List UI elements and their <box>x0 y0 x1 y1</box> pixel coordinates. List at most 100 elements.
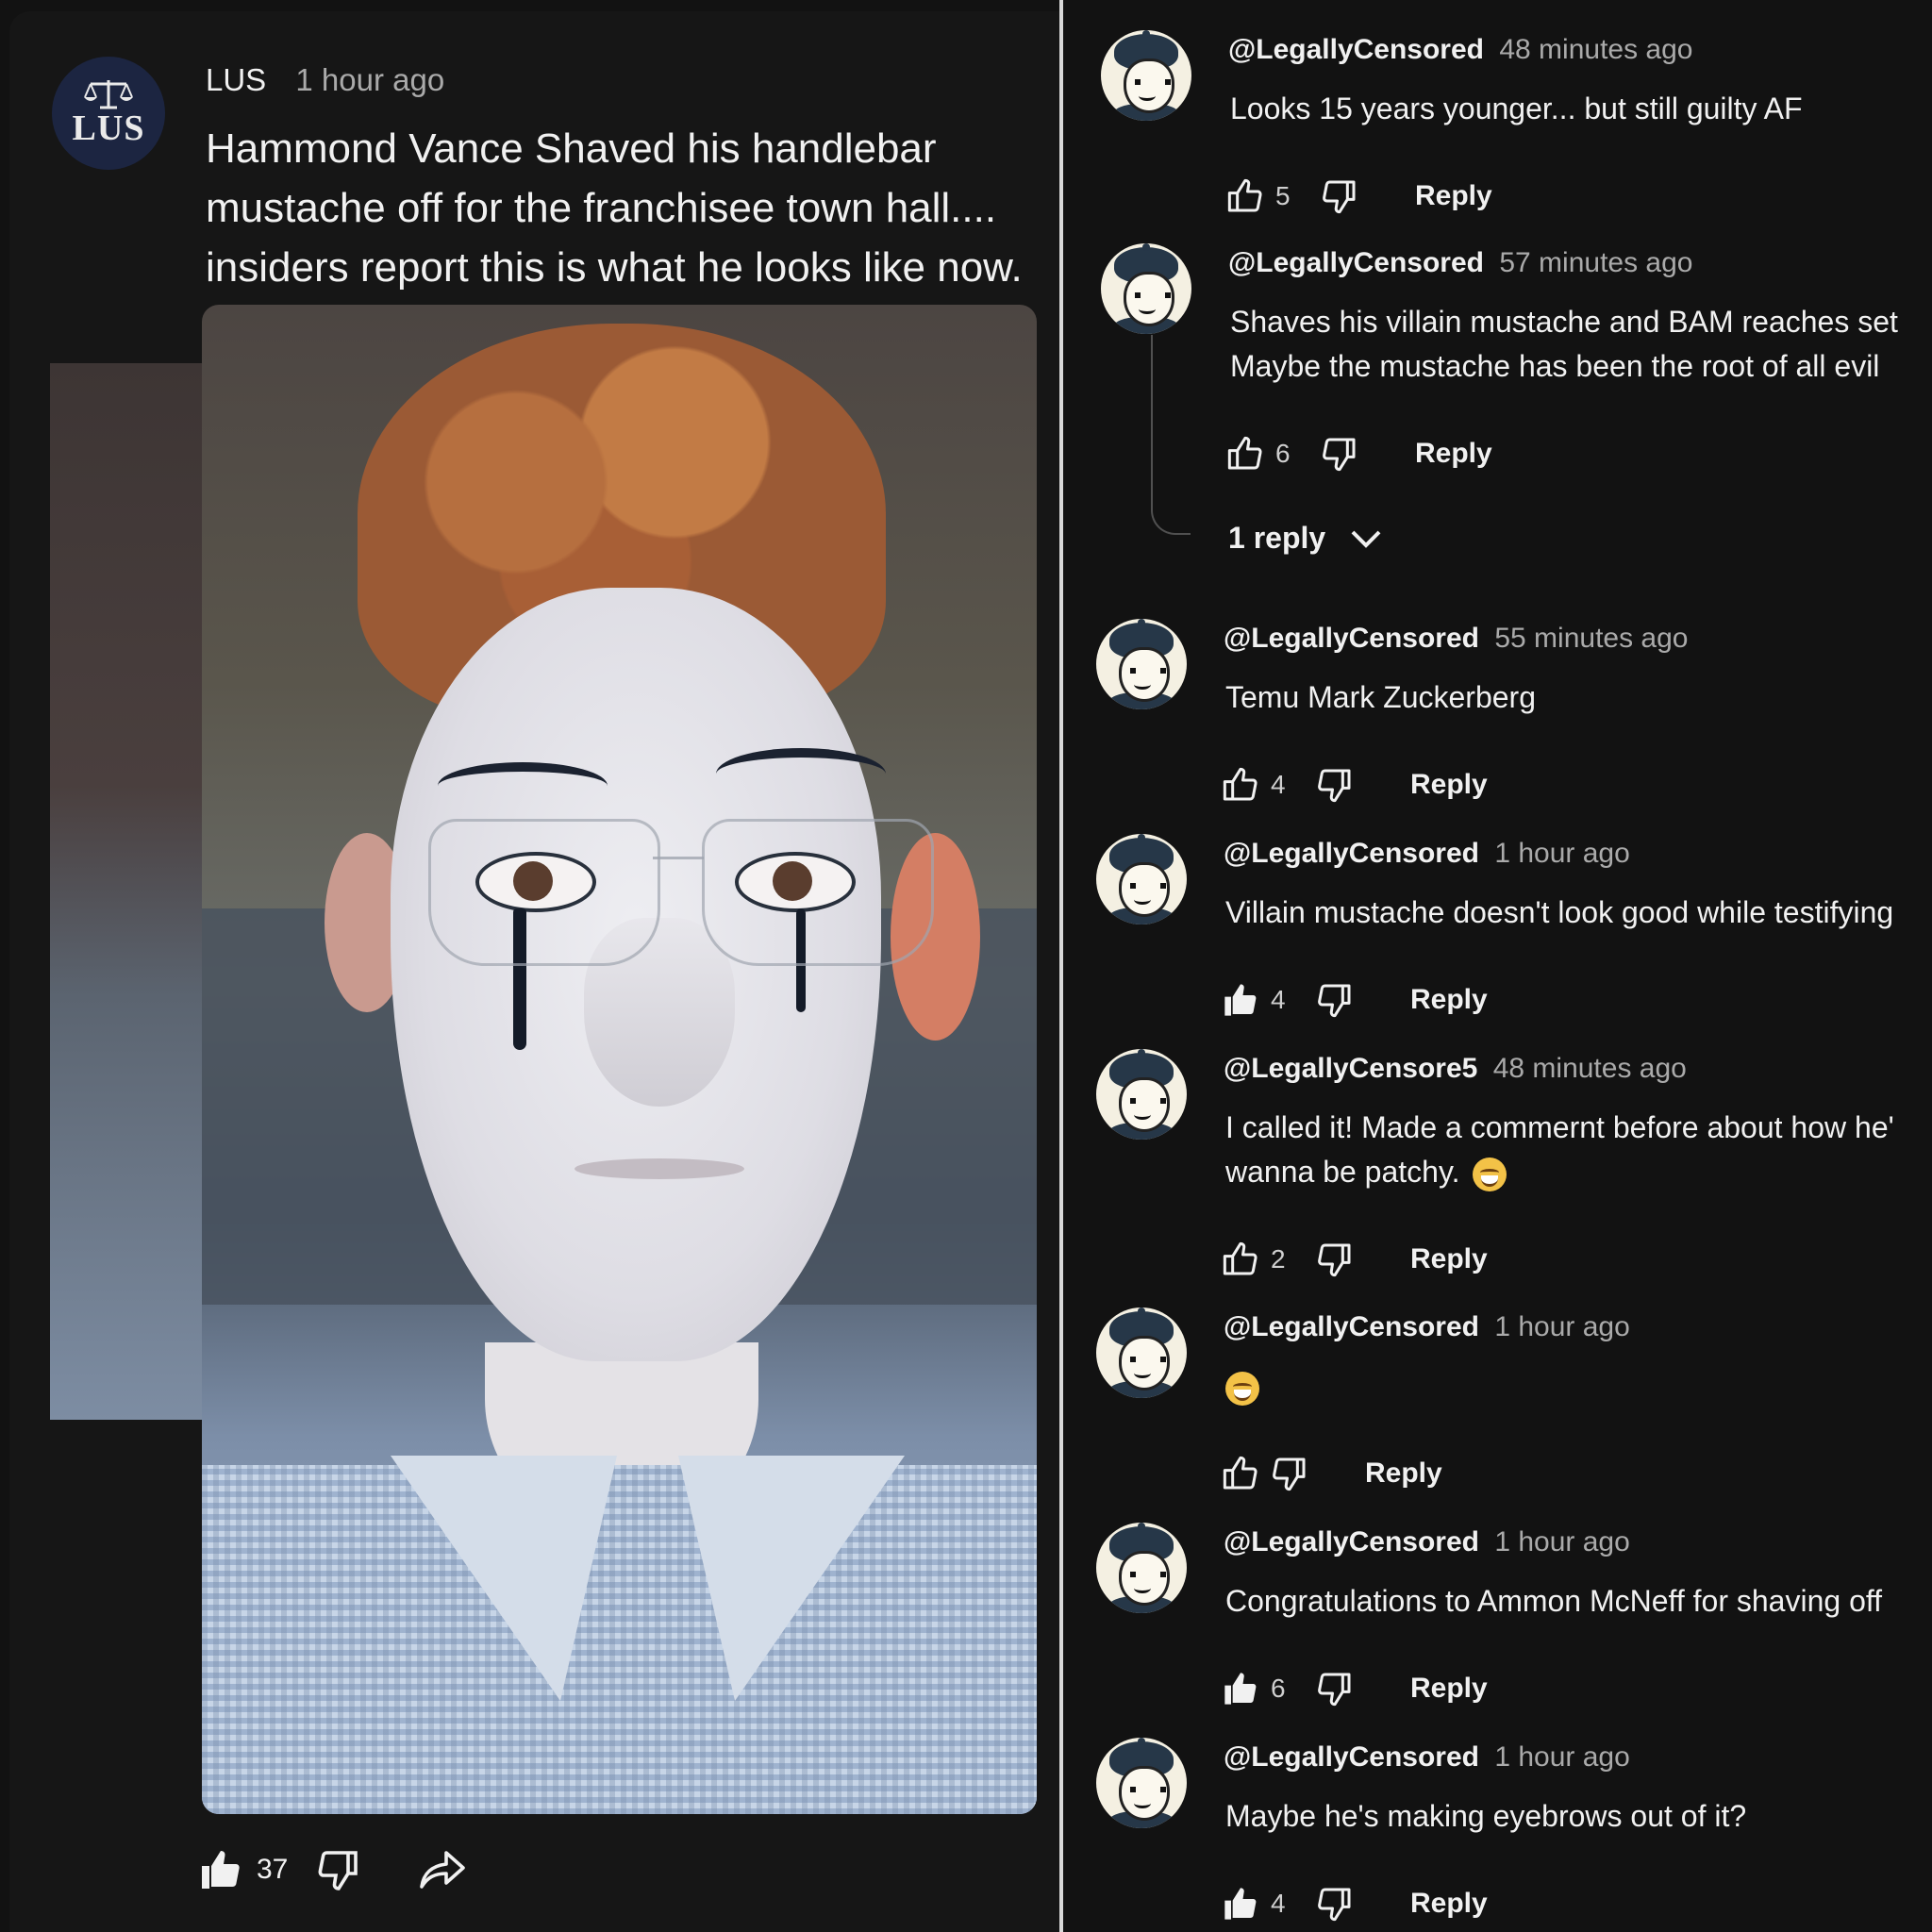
thumbs-down-icon[interactable] <box>1316 1241 1354 1278</box>
reply-button[interactable]: Reply <box>1415 438 1492 470</box>
comment-time: 1 hour ago <box>1494 1526 1630 1557</box>
comment-actions: 4 Reply <box>1222 1880 1488 1927</box>
post-actions: 37 <box>198 1840 467 1900</box>
post-text: Hammond Vance Shaved his handlebar musta… <box>206 125 1023 291</box>
comment-handle[interactable]: @LegallyCensored <box>1224 838 1479 869</box>
commenter-avatar[interactable] <box>1096 834 1187 924</box>
reply-button[interactable]: Reply <box>1410 984 1488 1016</box>
commenter-avatar[interactable] <box>1101 30 1191 121</box>
thumbs-up-icon[interactable] <box>1222 1455 1259 1492</box>
thumbs-up-icon[interactable] <box>1226 435 1264 473</box>
comment-handle[interactable]: @LegallyCensored <box>1228 34 1484 65</box>
comment-handle[interactable]: @LegallyCensored <box>1224 623 1479 654</box>
post-author[interactable]: LUS <box>206 62 266 97</box>
reply-button[interactable]: Reply <box>1410 1888 1488 1920</box>
thread-connector <box>1151 335 1191 535</box>
comment-handle[interactable]: @LegallyCensored <box>1224 1741 1479 1773</box>
thumbs-down-icon[interactable] <box>1316 981 1354 1019</box>
view-replies-button[interactable]: 1 reply <box>1228 521 1382 556</box>
thumbs-down-icon[interactable] <box>1271 1455 1308 1492</box>
thumbs-down-icon[interactable] <box>1321 177 1358 215</box>
comment-text-content: Congratulations to Ammon McNeff for shav… <box>1225 1584 1883 1618</box>
comment-actions: Reply <box>1222 1450 1442 1497</box>
reply-button[interactable]: Reply <box>1410 1673 1488 1705</box>
comment-header: @LegallyCensored 55 minutes ago <box>1224 623 1688 655</box>
comment-text: I called it! Made a commernt before abou… <box>1225 1106 1894 1194</box>
comment-time: 57 minutes ago <box>1499 247 1693 278</box>
thumbs-up-icon[interactable] <box>1222 1885 1259 1923</box>
comment-actions: 2 Reply <box>1222 1236 1488 1283</box>
comment-header: @LegallyCensored 1 hour ago <box>1224 1311 1630 1343</box>
comment-header: @LegallyCensored 1 hour ago <box>1224 1526 1630 1558</box>
comments-panel: 1 reply @LegallyCensored 48 minutes ago … <box>1063 0 1932 1932</box>
comment-handle[interactable]: @LegallyCensore5 <box>1224 1053 1477 1084</box>
comment-handle[interactable]: @LegallyCensored <box>1224 1526 1479 1557</box>
channel-avatar[interactable]: LUS <box>52 57 165 170</box>
comment-like-count: 6 <box>1275 439 1291 468</box>
commenter-avatar[interactable] <box>1101 243 1191 334</box>
reply-button[interactable]: Reply <box>1365 1457 1442 1490</box>
comment-actions: 5 Reply <box>1226 173 1492 220</box>
post-image[interactable] <box>202 305 1037 1814</box>
comment-text: Villain mustache doesn't look good while… <box>1225 891 1893 935</box>
thumbs-up-icon[interactable] <box>1222 981 1259 1019</box>
thumbs-up-icon[interactable] <box>1222 766 1259 804</box>
commenter-avatar[interactable] <box>1096 1523 1187 1613</box>
comment-like-count: 6 <box>1271 1674 1286 1703</box>
comment-text: Shaves his villain mustache and BAM reac… <box>1230 300 1898 389</box>
post-like-count: 37 <box>257 1854 289 1885</box>
reply-button[interactable]: Reply <box>1410 769 1488 801</box>
chevron-down-icon <box>1351 530 1381 548</box>
comment-text: Maybe he's making eyebrows out of it? <box>1225 1794 1746 1839</box>
comment-time: 48 minutes ago <box>1492 1053 1687 1084</box>
comment-time: 1 hour ago <box>1494 838 1630 869</box>
comment-text: Temu Mark Zuckerberg <box>1225 675 1536 720</box>
share-icon[interactable] <box>418 1847 467 1892</box>
thumbs-up-icon[interactable] <box>1222 1670 1259 1707</box>
comment-header: @LegallyCensored 1 hour ago <box>1224 838 1630 870</box>
comment-text-content: I called it! Made a commernt before abou… <box>1225 1110 1894 1189</box>
thumbs-down-icon[interactable] <box>1321 435 1358 473</box>
comment-like-count: 2 <box>1271 1244 1286 1274</box>
reply-button[interactable]: Reply <box>1410 1243 1488 1275</box>
background-photo-layer <box>50 363 210 1420</box>
comment-text <box>1225 1364 1259 1408</box>
grinning-emoji-icon <box>1225 1371 1259 1406</box>
comment-like-count: 4 <box>1271 1889 1286 1918</box>
comment-time: 48 minutes ago <box>1499 34 1693 65</box>
comment-text: Looks 15 years younger... but still guil… <box>1230 87 1803 131</box>
comment-like-count: 5 <box>1275 181 1291 210</box>
comment-actions: 4 Reply <box>1222 976 1488 1024</box>
thumbs-up-icon[interactable] <box>1222 1241 1259 1278</box>
comment-handle[interactable]: @LegallyCensored <box>1224 1311 1479 1342</box>
thumbs-up-icon[interactable] <box>198 1847 243 1892</box>
comment-text-content: Villain mustache doesn't look good while… <box>1225 895 1894 929</box>
replies-count-label: 1 reply <box>1228 521 1326 555</box>
thumbs-down-icon[interactable] <box>316 1847 361 1892</box>
comment-actions: 4 Reply <box>1222 761 1488 808</box>
commenter-avatar[interactable] <box>1096 1049 1187 1140</box>
comment-header: @LegallyCensore5 48 minutes ago <box>1224 1053 1687 1085</box>
comment-time: 55 minutes ago <box>1494 623 1689 654</box>
commenter-avatar[interactable] <box>1096 1738 1187 1828</box>
thumbs-up-icon[interactable] <box>1226 177 1264 215</box>
comment-actions: 6 Reply <box>1226 430 1492 477</box>
grinning-emoji-icon <box>1473 1157 1507 1191</box>
comment-like-count: 4 <box>1271 985 1286 1014</box>
post-time: 1 hour ago <box>295 62 445 97</box>
channel-logo-text: LUS <box>72 108 145 148</box>
comment-header: @LegallyCensored 1 hour ago <box>1224 1741 1630 1774</box>
comment-text-content: Shaves his villain mustache and BAM reac… <box>1230 305 1898 383</box>
comment-time: 1 hour ago <box>1494 1741 1630 1773</box>
comment-text-content: Maybe he's making eyebrows out of it? <box>1225 1799 1747 1833</box>
thumbs-down-icon[interactable] <box>1316 766 1354 804</box>
comment-header: @LegallyCensored 48 minutes ago <box>1228 34 1692 66</box>
comment-header: @LegallyCensored 57 minutes ago <box>1228 247 1692 279</box>
commenter-avatar[interactable] <box>1096 1307 1187 1398</box>
comment-handle[interactable]: @LegallyCensored <box>1228 247 1484 278</box>
thumbs-down-icon[interactable] <box>1316 1885 1354 1923</box>
reply-button[interactable]: Reply <box>1415 180 1492 212</box>
comment-actions: 6 Reply <box>1222 1665 1488 1712</box>
commenter-avatar[interactable] <box>1096 619 1187 709</box>
thumbs-down-icon[interactable] <box>1316 1670 1354 1707</box>
